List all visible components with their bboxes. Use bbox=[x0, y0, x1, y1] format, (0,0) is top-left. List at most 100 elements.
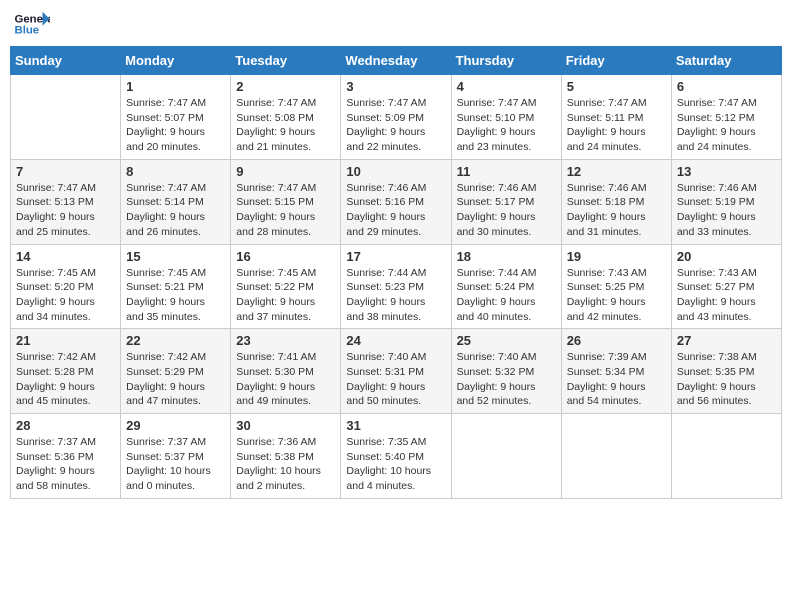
day-info: Sunrise: 7:41 AMSunset: 5:30 PMDaylight:… bbox=[236, 350, 335, 409]
day-number: 29 bbox=[126, 418, 225, 433]
day-number: 4 bbox=[457, 79, 556, 94]
day-info: Sunrise: 7:35 AMSunset: 5:40 PMDaylight:… bbox=[346, 435, 445, 494]
day-info: Sunrise: 7:42 AMSunset: 5:29 PMDaylight:… bbox=[126, 350, 225, 409]
logo: General Blue bbox=[14, 10, 50, 38]
calendar-week-row: 7 Sunrise: 7:47 AMSunset: 5:13 PMDaylight… bbox=[11, 159, 782, 244]
day-number: 28 bbox=[16, 418, 115, 433]
day-info: Sunrise: 7:37 AMSunset: 5:36 PMDaylight:… bbox=[16, 435, 115, 494]
calendar-cell: 1 Sunrise: 7:47 AMSunset: 5:07 PMDaylight… bbox=[121, 75, 231, 160]
calendar-cell: 12 Sunrise: 7:46 AMSunset: 5:18 PMDayligh… bbox=[561, 159, 671, 244]
weekday-header-wednesday: Wednesday bbox=[341, 47, 451, 75]
logo-icon: General Blue bbox=[14, 10, 50, 38]
calendar-cell: 3 Sunrise: 7:47 AMSunset: 5:09 PMDaylight… bbox=[341, 75, 451, 160]
calendar-cell: 16Sunrise: 7:45 AMSunset: 5:22 PMDayligh… bbox=[231, 244, 341, 329]
day-info: Sunrise: 7:44 AMSunset: 5:23 PMDaylight:… bbox=[346, 266, 445, 325]
svg-text:Blue: Blue bbox=[15, 25, 40, 37]
calendar-cell: 14 Sunrise: 7:45 AMSunset: 5:20 PMDayligh… bbox=[11, 244, 121, 329]
day-number: 23 bbox=[236, 333, 335, 348]
day-number: 11 bbox=[457, 164, 556, 179]
calendar-cell: 4 Sunrise: 7:47 AMSunset: 5:10 PMDaylight… bbox=[451, 75, 561, 160]
day-number: 2 bbox=[236, 79, 335, 94]
day-info: Sunrise: 7:39 AMSunset: 5:34 PMDaylight:… bbox=[567, 350, 666, 409]
calendar-cell: 8 Sunrise: 7:47 AMSunset: 5:14 PMDaylight… bbox=[121, 159, 231, 244]
calendar-cell: 10Sunrise: 7:46 AMSunset: 5:16 PMDayligh… bbox=[341, 159, 451, 244]
day-info: Sunrise: 7:46 AMSunset: 5:17 PMDaylight:… bbox=[457, 181, 556, 240]
calendar-cell: 17 Sunrise: 7:44 AMSunset: 5:23 PMDayligh… bbox=[341, 244, 451, 329]
calendar-cell: 5Sunrise: 7:47 AMSunset: 5:11 PMDaylight… bbox=[561, 75, 671, 160]
calendar-cell bbox=[671, 414, 781, 499]
calendar-cell: 2Sunrise: 7:47 AMSunset: 5:08 PMDaylight… bbox=[231, 75, 341, 160]
weekday-header-saturday: Saturday bbox=[671, 47, 781, 75]
day-number: 3 bbox=[346, 79, 445, 94]
calendar-cell: 18 Sunrise: 7:44 AMSunset: 5:24 PMDayligh… bbox=[451, 244, 561, 329]
day-number: 16 bbox=[236, 249, 335, 264]
day-info: Sunrise: 7:43 AMSunset: 5:25 PMDaylight:… bbox=[567, 266, 666, 325]
day-info: Sunrise: 7:47 AMSunset: 5:11 PMDaylight:… bbox=[567, 96, 666, 155]
day-info: Sunrise: 7:47 AMSunset: 5:09 PMDaylight:… bbox=[346, 96, 445, 155]
calendar-cell: 19 Sunrise: 7:43 AMSunset: 5:25 PMDayligh… bbox=[561, 244, 671, 329]
calendar-cell: 27 Sunrise: 7:38 AMSunset: 5:35 PMDayligh… bbox=[671, 329, 781, 414]
day-info: Sunrise: 7:47 AMSunset: 5:14 PMDaylight:… bbox=[126, 181, 225, 240]
calendar-cell: 11 Sunrise: 7:46 AMSunset: 5:17 PMDayligh… bbox=[451, 159, 561, 244]
day-number: 1 bbox=[126, 79, 225, 94]
weekday-header-thursday: Thursday bbox=[451, 47, 561, 75]
day-number: 24 bbox=[346, 333, 445, 348]
calendar-week-row: 21Sunrise: 7:42 AMSunset: 5:28 PMDayligh… bbox=[11, 329, 782, 414]
day-number: 27 bbox=[677, 333, 776, 348]
day-number: 31 bbox=[346, 418, 445, 433]
day-info: Sunrise: 7:38 AMSunset: 5:35 PMDaylight:… bbox=[677, 350, 776, 409]
calendar-cell: 30 Sunrise: 7:36 AMSunset: 5:38 PMDayligh… bbox=[231, 414, 341, 499]
calendar-cell: 7 Sunrise: 7:47 AMSunset: 5:13 PMDaylight… bbox=[11, 159, 121, 244]
calendar-week-row: 28 Sunrise: 7:37 AMSunset: 5:36 PMDayligh… bbox=[11, 414, 782, 499]
day-number: 12 bbox=[567, 164, 666, 179]
calendar-cell: 28 Sunrise: 7:37 AMSunset: 5:36 PMDayligh… bbox=[11, 414, 121, 499]
calendar-cell: 24Sunrise: 7:40 AMSunset: 5:31 PMDayligh… bbox=[341, 329, 451, 414]
weekday-header-tuesday: Tuesday bbox=[231, 47, 341, 75]
day-number: 6 bbox=[677, 79, 776, 94]
calendar-cell: 26 Sunrise: 7:39 AMSunset: 5:34 PMDayligh… bbox=[561, 329, 671, 414]
calendar-cell: 20 Sunrise: 7:43 AMSunset: 5:27 PMDayligh… bbox=[671, 244, 781, 329]
day-number: 9 bbox=[236, 164, 335, 179]
weekday-header-row: SundayMondayTuesdayWednesdayThursdayFrid… bbox=[11, 47, 782, 75]
day-number: 13 bbox=[677, 164, 776, 179]
day-number: 25 bbox=[457, 333, 556, 348]
day-number: 20 bbox=[677, 249, 776, 264]
calendar-cell: 23 Sunrise: 7:41 AMSunset: 5:30 PMDayligh… bbox=[231, 329, 341, 414]
day-number: 30 bbox=[236, 418, 335, 433]
day-info: Sunrise: 7:45 AMSunset: 5:20 PMDaylight:… bbox=[16, 266, 115, 325]
calendar-cell: 22Sunrise: 7:42 AMSunset: 5:29 PMDayligh… bbox=[121, 329, 231, 414]
day-number: 14 bbox=[16, 249, 115, 264]
calendar-cell: 9 Sunrise: 7:47 AMSunset: 5:15 PMDaylight… bbox=[231, 159, 341, 244]
day-info: Sunrise: 7:47 AMSunset: 5:13 PMDaylight:… bbox=[16, 181, 115, 240]
day-info: Sunrise: 7:36 AMSunset: 5:38 PMDaylight:… bbox=[236, 435, 335, 494]
day-info: Sunrise: 7:46 AMSunset: 5:19 PMDaylight:… bbox=[677, 181, 776, 240]
day-number: 8 bbox=[126, 164, 225, 179]
day-info: Sunrise: 7:47 AMSunset: 5:10 PMDaylight:… bbox=[457, 96, 556, 155]
day-number: 18 bbox=[457, 249, 556, 264]
day-number: 10 bbox=[346, 164, 445, 179]
calendar-cell: 31 Sunrise: 7:35 AMSunset: 5:40 PMDayligh… bbox=[341, 414, 451, 499]
weekday-header-sunday: Sunday bbox=[11, 47, 121, 75]
day-info: Sunrise: 7:47 AMSunset: 5:15 PMDaylight:… bbox=[236, 181, 335, 240]
calendar-week-row: 1 Sunrise: 7:47 AMSunset: 5:07 PMDaylight… bbox=[11, 75, 782, 160]
day-info: Sunrise: 7:42 AMSunset: 5:28 PMDaylight:… bbox=[16, 350, 115, 409]
weekday-header-friday: Friday bbox=[561, 47, 671, 75]
day-info: Sunrise: 7:46 AMSunset: 5:18 PMDaylight:… bbox=[567, 181, 666, 240]
day-info: Sunrise: 7:43 AMSunset: 5:27 PMDaylight:… bbox=[677, 266, 776, 325]
weekday-header-monday: Monday bbox=[121, 47, 231, 75]
day-number: 17 bbox=[346, 249, 445, 264]
calendar-cell: 6Sunrise: 7:47 AMSunset: 5:12 PMDaylight… bbox=[671, 75, 781, 160]
day-info: Sunrise: 7:40 AMSunset: 5:32 PMDaylight:… bbox=[457, 350, 556, 409]
day-info: Sunrise: 7:44 AMSunset: 5:24 PMDaylight:… bbox=[457, 266, 556, 325]
day-number: 19 bbox=[567, 249, 666, 264]
day-number: 15 bbox=[126, 249, 225, 264]
calendar-cell: 13 Sunrise: 7:46 AMSunset: 5:19 PMDayligh… bbox=[671, 159, 781, 244]
day-info: Sunrise: 7:37 AMSunset: 5:37 PMDaylight:… bbox=[126, 435, 225, 494]
day-info: Sunrise: 7:45 AMSunset: 5:21 PMDaylight:… bbox=[126, 266, 225, 325]
day-number: 7 bbox=[16, 164, 115, 179]
calendar-cell: 29 Sunrise: 7:37 AMSunset: 5:37 PMDayligh… bbox=[121, 414, 231, 499]
calendar-cell: 25 Sunrise: 7:40 AMSunset: 5:32 PMDayligh… bbox=[451, 329, 561, 414]
day-number: 26 bbox=[567, 333, 666, 348]
day-info: Sunrise: 7:47 AMSunset: 5:07 PMDaylight:… bbox=[126, 96, 225, 155]
calendar-cell bbox=[561, 414, 671, 499]
